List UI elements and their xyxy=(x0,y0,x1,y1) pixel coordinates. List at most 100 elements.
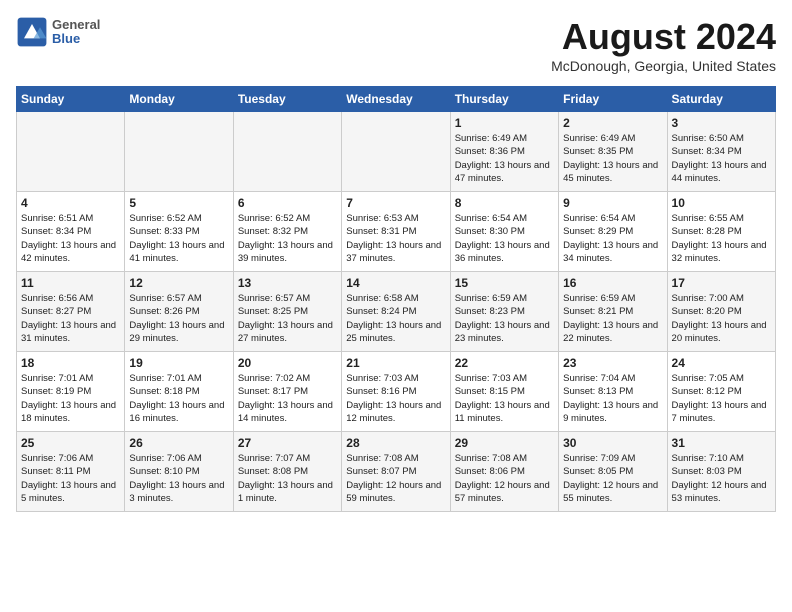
calendar-week-3: 11 Sunrise: 6:56 AMSunset: 8:27 PMDaylig… xyxy=(17,272,776,352)
calendar-cell: 4 Sunrise: 6:51 AMSunset: 8:34 PMDayligh… xyxy=(17,192,125,272)
day-number: 16 xyxy=(563,276,662,290)
weekday-header-row: SundayMondayTuesdayWednesdayThursdayFrid… xyxy=(17,87,776,112)
calendar-cell xyxy=(17,112,125,192)
calendar-cell: 2 Sunrise: 6:49 AMSunset: 8:35 PMDayligh… xyxy=(559,112,667,192)
calendar-week-4: 18 Sunrise: 7:01 AMSunset: 8:19 PMDaylig… xyxy=(17,352,776,432)
day-info: Sunrise: 7:02 AMSunset: 8:17 PMDaylight:… xyxy=(238,372,337,425)
day-number: 10 xyxy=(672,196,771,210)
day-number: 23 xyxy=(563,356,662,370)
calendar-cell: 23 Sunrise: 7:04 AMSunset: 8:13 PMDaylig… xyxy=(559,352,667,432)
day-info: Sunrise: 6:54 AMSunset: 8:29 PMDaylight:… xyxy=(563,212,662,265)
day-info: Sunrise: 7:06 AMSunset: 8:11 PMDaylight:… xyxy=(21,452,120,505)
day-number: 21 xyxy=(346,356,445,370)
calendar-cell: 9 Sunrise: 6:54 AMSunset: 8:29 PMDayligh… xyxy=(559,192,667,272)
day-number: 24 xyxy=(672,356,771,370)
day-info: Sunrise: 6:58 AMSunset: 8:24 PMDaylight:… xyxy=(346,292,445,345)
calendar-cell: 7 Sunrise: 6:53 AMSunset: 8:31 PMDayligh… xyxy=(342,192,450,272)
day-number: 15 xyxy=(455,276,554,290)
calendar-cell: 29 Sunrise: 7:08 AMSunset: 8:06 PMDaylig… xyxy=(450,432,558,512)
day-info: Sunrise: 7:01 AMSunset: 8:19 PMDaylight:… xyxy=(21,372,120,425)
calendar-cell: 25 Sunrise: 7:06 AMSunset: 8:11 PMDaylig… xyxy=(17,432,125,512)
calendar-cell xyxy=(342,112,450,192)
day-number: 28 xyxy=(346,436,445,450)
calendar-cell xyxy=(233,112,341,192)
day-info: Sunrise: 6:49 AMSunset: 8:36 PMDaylight:… xyxy=(455,132,554,185)
calendar-cell: 12 Sunrise: 6:57 AMSunset: 8:26 PMDaylig… xyxy=(125,272,233,352)
day-info: Sunrise: 7:07 AMSunset: 8:08 PMDaylight:… xyxy=(238,452,337,505)
calendar-cell: 31 Sunrise: 7:10 AMSunset: 8:03 PMDaylig… xyxy=(667,432,775,512)
calendar-cell: 8 Sunrise: 6:54 AMSunset: 8:30 PMDayligh… xyxy=(450,192,558,272)
calendar-cell: 1 Sunrise: 6:49 AMSunset: 8:36 PMDayligh… xyxy=(450,112,558,192)
calendar-cell: 15 Sunrise: 6:59 AMSunset: 8:23 PMDaylig… xyxy=(450,272,558,352)
day-number: 25 xyxy=(21,436,120,450)
day-info: Sunrise: 7:08 AMSunset: 8:07 PMDaylight:… xyxy=(346,452,445,505)
day-number: 12 xyxy=(129,276,228,290)
day-info: Sunrise: 7:00 AMSunset: 8:20 PMDaylight:… xyxy=(672,292,771,345)
day-info: Sunrise: 6:53 AMSunset: 8:31 PMDaylight:… xyxy=(346,212,445,265)
day-number: 27 xyxy=(238,436,337,450)
day-info: Sunrise: 7:05 AMSunset: 8:12 PMDaylight:… xyxy=(672,372,771,425)
day-number: 20 xyxy=(238,356,337,370)
calendar-cell xyxy=(125,112,233,192)
day-number: 13 xyxy=(238,276,337,290)
logo-icon xyxy=(16,16,48,48)
day-number: 7 xyxy=(346,196,445,210)
day-number: 5 xyxy=(129,196,228,210)
day-info: Sunrise: 7:03 AMSunset: 8:15 PMDaylight:… xyxy=(455,372,554,425)
calendar-cell: 10 Sunrise: 6:55 AMSunset: 8:28 PMDaylig… xyxy=(667,192,775,272)
calendar-cell: 26 Sunrise: 7:06 AMSunset: 8:10 PMDaylig… xyxy=(125,432,233,512)
day-number: 31 xyxy=(672,436,771,450)
calendar-cell: 24 Sunrise: 7:05 AMSunset: 8:12 PMDaylig… xyxy=(667,352,775,432)
calendar-table: SundayMondayTuesdayWednesdayThursdayFrid… xyxy=(16,86,776,512)
calendar-cell: 14 Sunrise: 6:58 AMSunset: 8:24 PMDaylig… xyxy=(342,272,450,352)
month-title: August 2024 xyxy=(551,16,776,58)
day-number: 9 xyxy=(563,196,662,210)
calendar-week-5: 25 Sunrise: 7:06 AMSunset: 8:11 PMDaylig… xyxy=(17,432,776,512)
day-number: 14 xyxy=(346,276,445,290)
day-info: Sunrise: 7:01 AMSunset: 8:18 PMDaylight:… xyxy=(129,372,228,425)
weekday-header-wednesday: Wednesday xyxy=(342,87,450,112)
day-info: Sunrise: 6:52 AMSunset: 8:33 PMDaylight:… xyxy=(129,212,228,265)
weekday-header-tuesday: Tuesday xyxy=(233,87,341,112)
calendar-cell: 3 Sunrise: 6:50 AMSunset: 8:34 PMDayligh… xyxy=(667,112,775,192)
calendar-cell: 5 Sunrise: 6:52 AMSunset: 8:33 PMDayligh… xyxy=(125,192,233,272)
calendar-cell: 11 Sunrise: 6:56 AMSunset: 8:27 PMDaylig… xyxy=(17,272,125,352)
calendar-week-1: 1 Sunrise: 6:49 AMSunset: 8:36 PMDayligh… xyxy=(17,112,776,192)
calendar-cell: 20 Sunrise: 7:02 AMSunset: 8:17 PMDaylig… xyxy=(233,352,341,432)
day-info: Sunrise: 7:03 AMSunset: 8:16 PMDaylight:… xyxy=(346,372,445,425)
day-info: Sunrise: 7:04 AMSunset: 8:13 PMDaylight:… xyxy=(563,372,662,425)
logo-text: General Blue xyxy=(52,18,100,47)
day-info: Sunrise: 6:57 AMSunset: 8:25 PMDaylight:… xyxy=(238,292,337,345)
calendar-cell: 19 Sunrise: 7:01 AMSunset: 8:18 PMDaylig… xyxy=(125,352,233,432)
calendar-week-2: 4 Sunrise: 6:51 AMSunset: 8:34 PMDayligh… xyxy=(17,192,776,272)
day-info: Sunrise: 6:51 AMSunset: 8:34 PMDaylight:… xyxy=(21,212,120,265)
day-number: 19 xyxy=(129,356,228,370)
day-number: 30 xyxy=(563,436,662,450)
day-info: Sunrise: 6:55 AMSunset: 8:28 PMDaylight:… xyxy=(672,212,771,265)
day-info: Sunrise: 7:10 AMSunset: 8:03 PMDaylight:… xyxy=(672,452,771,505)
calendar-cell: 13 Sunrise: 6:57 AMSunset: 8:25 PMDaylig… xyxy=(233,272,341,352)
calendar-cell: 17 Sunrise: 7:00 AMSunset: 8:20 PMDaylig… xyxy=(667,272,775,352)
calendar-cell: 21 Sunrise: 7:03 AMSunset: 8:16 PMDaylig… xyxy=(342,352,450,432)
calendar-cell: 18 Sunrise: 7:01 AMSunset: 8:19 PMDaylig… xyxy=(17,352,125,432)
calendar-cell: 6 Sunrise: 6:52 AMSunset: 8:32 PMDayligh… xyxy=(233,192,341,272)
day-info: Sunrise: 6:50 AMSunset: 8:34 PMDaylight:… xyxy=(672,132,771,185)
day-number: 29 xyxy=(455,436,554,450)
day-number: 3 xyxy=(672,116,771,130)
day-number: 22 xyxy=(455,356,554,370)
day-info: Sunrise: 6:52 AMSunset: 8:32 PMDaylight:… xyxy=(238,212,337,265)
logo-line1: General xyxy=(52,18,100,32)
day-number: 18 xyxy=(21,356,120,370)
day-number: 4 xyxy=(21,196,120,210)
day-number: 6 xyxy=(238,196,337,210)
weekday-header-friday: Friday xyxy=(559,87,667,112)
calendar-cell: 28 Sunrise: 7:08 AMSunset: 8:07 PMDaylig… xyxy=(342,432,450,512)
day-info: Sunrise: 6:54 AMSunset: 8:30 PMDaylight:… xyxy=(455,212,554,265)
day-info: Sunrise: 6:57 AMSunset: 8:26 PMDaylight:… xyxy=(129,292,228,345)
day-number: 11 xyxy=(21,276,120,290)
page-header: General Blue August 2024 McDonough, Geor… xyxy=(16,16,776,74)
logo-line2: Blue xyxy=(52,32,100,46)
calendar-cell: 22 Sunrise: 7:03 AMSunset: 8:15 PMDaylig… xyxy=(450,352,558,432)
weekday-header-saturday: Saturday xyxy=(667,87,775,112)
day-info: Sunrise: 6:49 AMSunset: 8:35 PMDaylight:… xyxy=(563,132,662,185)
